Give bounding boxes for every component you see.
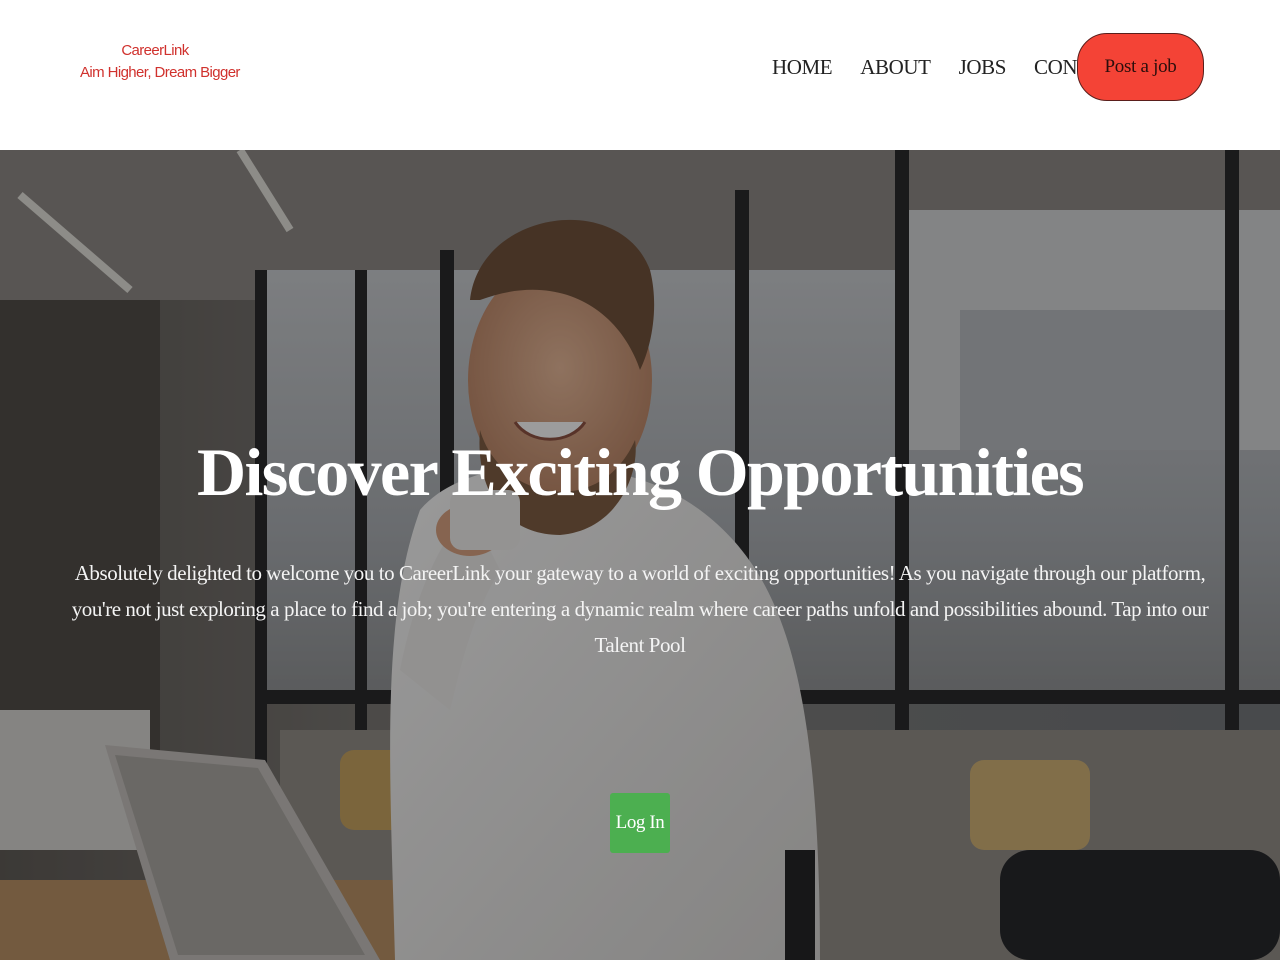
login-button[interactable]: Log In <box>610 793 670 853</box>
post-job-button[interactable]: Post a job <box>1077 33 1204 101</box>
hero-description: Absolutely delighted to welcome you to C… <box>71 561 1209 657</box>
brand-tagline: Aim Higher, Dream Bigger <box>80 64 240 81</box>
hero-title: Discover Exciting Opportunities <box>196 434 1085 510</box>
brand-logo[interactable]: CareerLink Aim Higher, Dream Bigger <box>80 40 240 84</box>
site-header: CareerLink Aim Higher, Dream Bigger HOME… <box>0 0 1280 150</box>
nav-about-link[interactable]: ABOUT <box>860 55 931 80</box>
nav-jobs-link[interactable]: JOBS <box>959 55 1007 80</box>
hero-section: Discover Exciting Opportunities Absolute… <box>0 150 1280 960</box>
nav-home-link[interactable]: HOME <box>772 55 833 80</box>
brand-name: CareerLink <box>121 42 189 59</box>
